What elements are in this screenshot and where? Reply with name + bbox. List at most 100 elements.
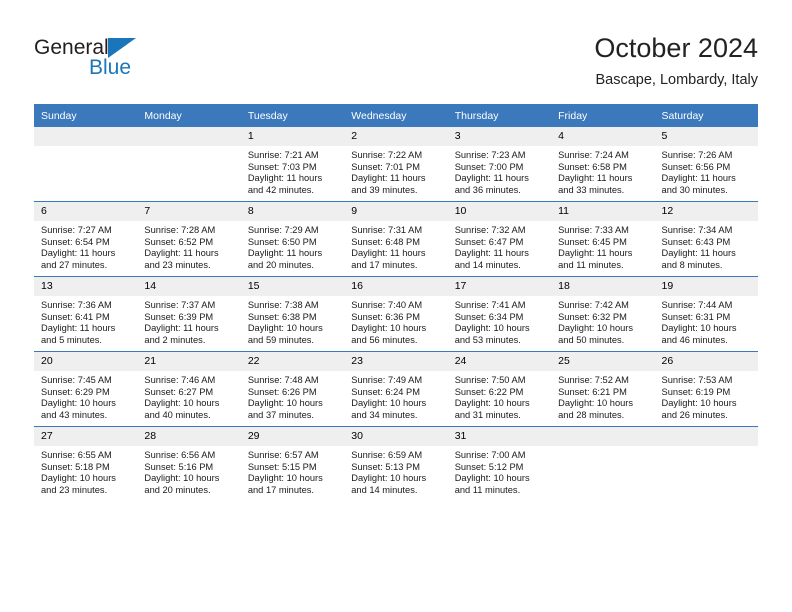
sunrise-text: Sunrise: 7:32 AM xyxy=(454,225,526,235)
calendar-body: 1 Sunrise: 7:21 AM Sunset: 7:03 PM Dayli… xyxy=(34,127,758,501)
sunrise-text: Sunrise: 7:40 AM xyxy=(351,300,423,310)
day-number: 30 xyxy=(344,427,448,446)
weekday-header-wednesday: Wednesday xyxy=(344,104,448,127)
daylight-text-line2: and 43 minutes. xyxy=(41,409,108,420)
day-cell[interactable]: 6 Sunrise: 7:27 AM Sunset: 6:54 PM Dayli… xyxy=(34,201,138,277)
sunrise-text: Sunrise: 7:23 AM xyxy=(454,150,526,160)
day-cell[interactable]: 29 Sunrise: 6:57 AM Sunset: 5:15 PM Dayl… xyxy=(240,426,345,501)
daylight-text-line2: and 50 minutes. xyxy=(558,334,625,345)
day-cell[interactable]: 30 Sunrise: 6:59 AM Sunset: 5:13 PM Dayl… xyxy=(344,426,448,501)
day-cell[interactable]: 26 Sunrise: 7:53 AM Sunset: 6:19 PM Dayl… xyxy=(654,351,758,427)
day-info: Sunrise: 7:27 AM Sunset: 6:54 PM Dayligh… xyxy=(34,221,137,271)
day-cell[interactable]: 24 Sunrise: 7:50 AM Sunset: 6:22 PM Dayl… xyxy=(447,351,552,427)
day-cell[interactable]: 31 Sunrise: 7:00 AM Sunset: 5:12 PM Dayl… xyxy=(447,426,552,501)
daylight-text-line2: and 5 minutes. xyxy=(41,334,102,345)
day-cell[interactable]: 23 Sunrise: 7:49 AM Sunset: 6:24 PM Dayl… xyxy=(344,351,448,427)
daylight-text-line2: and 17 minutes. xyxy=(351,259,418,270)
day-cell[interactable]: 12 Sunrise: 7:34 AM Sunset: 6:43 PM Dayl… xyxy=(654,201,758,277)
sunrise-text: Sunrise: 7:37 AM xyxy=(144,300,216,310)
day-number: 14 xyxy=(137,277,241,296)
day-cell[interactable]: 2 Sunrise: 7:22 AM Sunset: 7:01 PM Dayli… xyxy=(344,127,448,202)
day-info: Sunrise: 7:28 AM Sunset: 6:52 PM Dayligh… xyxy=(137,221,240,271)
daylight-text-line1: Daylight: 10 hours xyxy=(454,398,530,409)
sunset-text: Sunset: 6:32 PM xyxy=(558,311,627,322)
calendar-week-row: 13 Sunrise: 7:36 AM Sunset: 6:41 PM Dayl… xyxy=(34,276,758,352)
day-number: 17 xyxy=(447,277,552,296)
daylight-text-line1: Daylight: 11 hours xyxy=(351,173,426,184)
daylight-text-line1: Daylight: 10 hours xyxy=(247,398,323,409)
sunrise-text: Sunrise: 7:31 AM xyxy=(351,225,423,235)
day-cell[interactable]: 21 Sunrise: 7:46 AM Sunset: 6:27 PM Dayl… xyxy=(137,351,241,427)
day-cell[interactable]: 8 Sunrise: 7:29 AM Sunset: 6:50 PM Dayli… xyxy=(240,201,345,277)
daylight-text-line1: Daylight: 10 hours xyxy=(41,473,116,484)
day-cell[interactable]: 28 Sunrise: 6:56 AM Sunset: 5:16 PM Dayl… xyxy=(137,426,241,501)
day-cell[interactable]: 7 Sunrise: 7:28 AM Sunset: 6:52 PM Dayli… xyxy=(137,201,241,277)
day-info: Sunrise: 7:44 AM Sunset: 6:31 PM Dayligh… xyxy=(655,296,758,346)
sunset-text: Sunset: 6:54 PM xyxy=(41,236,110,247)
day-cell[interactable]: 5 Sunrise: 7:26 AM Sunset: 6:56 PM Dayli… xyxy=(654,127,758,202)
day-cell[interactable]: 9 Sunrise: 7:31 AM Sunset: 6:48 PM Dayli… xyxy=(344,201,448,277)
day-info: Sunrise: 7:24 AM Sunset: 6:58 PM Dayligh… xyxy=(551,146,654,196)
sunrise-text: Sunrise: 7:41 AM xyxy=(454,300,526,310)
daylight-text-line2: and 30 minutes. xyxy=(661,184,728,195)
day-cell[interactable]: 27 Sunrise: 6:55 AM Sunset: 5:18 PM Dayl… xyxy=(34,426,138,501)
sunset-text: Sunset: 6:34 PM xyxy=(454,311,524,322)
day-cell[interactable]: 1 Sunrise: 7:21 AM Sunset: 7:03 PM Dayli… xyxy=(240,127,345,202)
day-info: Sunrise: 7:38 AM Sunset: 6:38 PM Dayligh… xyxy=(241,296,344,346)
daylight-text-line1: Daylight: 10 hours xyxy=(558,398,634,409)
day-cell[interactable]: 16 Sunrise: 7:40 AM Sunset: 6:36 PM Dayl… xyxy=(344,276,448,352)
calendar-week-row: 1 Sunrise: 7:21 AM Sunset: 7:03 PM Dayli… xyxy=(34,127,758,202)
day-info: Sunrise: 7:53 AM Sunset: 6:19 PM Dayligh… xyxy=(655,371,758,421)
day-cell[interactable]: 19 Sunrise: 7:44 AM Sunset: 6:31 PM Dayl… xyxy=(654,276,758,352)
sunset-text: Sunset: 6:58 PM xyxy=(558,161,627,172)
sunrise-text: Sunrise: 7:44 AM xyxy=(661,300,733,310)
sunrise-text: Sunrise: 7:48 AM xyxy=(247,375,319,385)
day-cell[interactable]: 3 Sunrise: 7:23 AM Sunset: 7:00 PM Dayli… xyxy=(447,127,552,202)
weekday-header-row: Sunday Monday Tuesday Wednesday Thursday… xyxy=(34,104,758,127)
sunset-text: Sunset: 6:50 PM xyxy=(247,236,317,247)
sunset-text: Sunset: 6:27 PM xyxy=(144,386,214,397)
daylight-text-line2: and 53 minutes. xyxy=(454,334,521,345)
day-number xyxy=(137,127,241,146)
day-cell[interactable]: 15 Sunrise: 7:38 AM Sunset: 6:38 PM Dayl… xyxy=(240,276,345,352)
day-cell xyxy=(137,127,241,202)
sunset-text: Sunset: 6:47 PM xyxy=(454,236,524,247)
sunrise-text: Sunrise: 7:27 AM xyxy=(41,225,112,235)
day-number: 2 xyxy=(344,127,448,146)
day-number: 19 xyxy=(654,277,758,296)
sunrise-text: Sunrise: 7:24 AM xyxy=(558,150,629,160)
sunset-text: Sunset: 6:29 PM xyxy=(41,386,110,397)
day-info: Sunrise: 7:46 AM Sunset: 6:27 PM Dayligh… xyxy=(137,371,240,421)
sunrise-text: Sunrise: 7:36 AM xyxy=(41,300,112,310)
daylight-text-line1: Daylight: 11 hours xyxy=(661,248,736,259)
sunset-text: Sunset: 6:48 PM xyxy=(351,236,420,247)
daylight-text-line1: Daylight: 10 hours xyxy=(351,323,427,334)
day-cell[interactable]: 18 Sunrise: 7:42 AM Sunset: 6:32 PM Dayl… xyxy=(551,276,655,352)
daylight-text-line1: Daylight: 11 hours xyxy=(144,323,219,334)
daylight-text-line2: and 17 minutes. xyxy=(247,484,314,495)
daylight-text-line2: and 14 minutes. xyxy=(351,484,418,495)
sunrise-text: Sunrise: 7:34 AM xyxy=(661,225,733,235)
daylight-text-line2: and 23 minutes. xyxy=(41,484,108,495)
day-info: Sunrise: 6:55 AM Sunset: 5:18 PM Dayligh… xyxy=(34,446,137,496)
sunrise-text: Sunrise: 7:29 AM xyxy=(247,225,319,235)
day-cell[interactable]: 11 Sunrise: 7:33 AM Sunset: 6:45 PM Dayl… xyxy=(551,201,655,277)
day-number: 18 xyxy=(551,277,655,296)
daylight-text-line2: and 37 minutes. xyxy=(247,409,314,420)
day-cell xyxy=(551,426,655,501)
day-cell[interactable]: 25 Sunrise: 7:52 AM Sunset: 6:21 PM Dayl… xyxy=(551,351,655,427)
day-cell[interactable]: 20 Sunrise: 7:45 AM Sunset: 6:29 PM Dayl… xyxy=(34,351,138,427)
day-cell[interactable]: 4 Sunrise: 7:24 AM Sunset: 6:58 PM Dayli… xyxy=(551,127,655,202)
daylight-text-line1: Daylight: 11 hours xyxy=(454,248,529,259)
day-cell[interactable]: 22 Sunrise: 7:48 AM Sunset: 6:26 PM Dayl… xyxy=(240,351,345,427)
daylight-text-line1: Daylight: 10 hours xyxy=(454,473,530,484)
day-cell[interactable]: 10 Sunrise: 7:32 AM Sunset: 6:47 PM Dayl… xyxy=(447,201,552,277)
day-number: 9 xyxy=(344,202,448,221)
day-cell[interactable]: 13 Sunrise: 7:36 AM Sunset: 6:41 PM Dayl… xyxy=(34,276,138,352)
general-blue-logo[interactable]: General Blue xyxy=(34,36,254,88)
day-number: 15 xyxy=(240,277,345,296)
sunrise-text: Sunrise: 7:45 AM xyxy=(41,375,112,385)
page-title: October 2024 xyxy=(594,33,758,63)
day-cell[interactable]: 14 Sunrise: 7:37 AM Sunset: 6:39 PM Dayl… xyxy=(137,276,241,352)
day-cell[interactable]: 17 Sunrise: 7:41 AM Sunset: 6:34 PM Dayl… xyxy=(447,276,552,352)
